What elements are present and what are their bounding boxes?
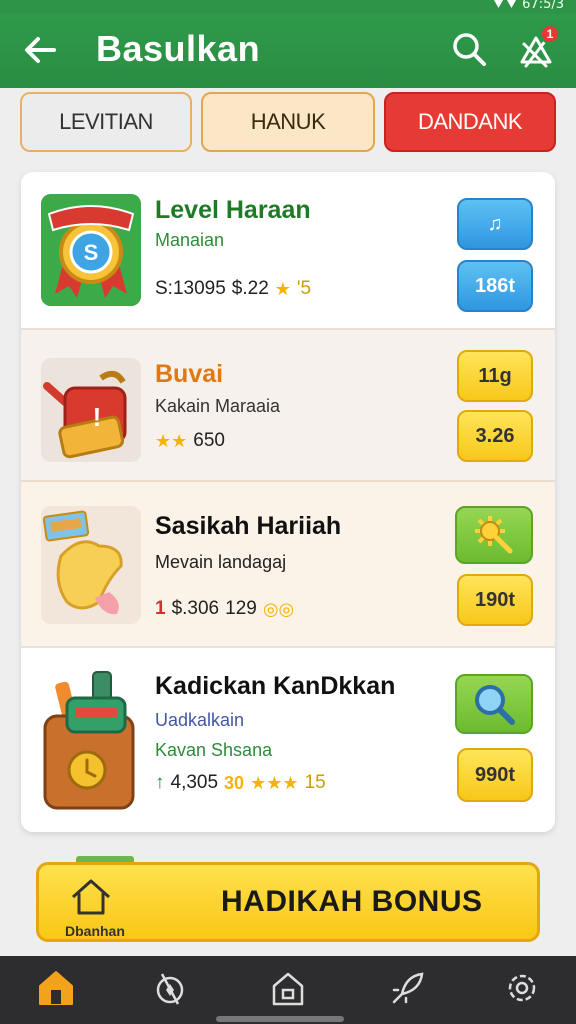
backpack-icon [41, 668, 141, 816]
house-icon [72, 879, 110, 915]
item-meta-value: 30 [224, 772, 245, 793]
magnifier-icon [475, 685, 515, 725]
item-rank: 1 [155, 598, 166, 619]
fuel-can-icon: ! [41, 358, 141, 462]
item-title: Buvai [155, 360, 224, 388]
item-meta-value: $.22 [231, 278, 269, 299]
notification-button[interactable]: 1 [514, 24, 560, 74]
list-item[interactable]: Sasikah Hariiah Mevain landagaj 1 $.306 … [21, 480, 555, 646]
bonus-icon-label: Dbanhan [65, 923, 125, 939]
rocket-icon [392, 972, 424, 1004]
status-bar: 67:5/3 [0, 0, 576, 14]
level-button[interactable]: 11g [457, 350, 533, 402]
list-item[interactable]: S Level Haraan Manaian S:13095 $.22 ★ '5… [21, 172, 555, 328]
nav-home[interactable] [36, 968, 76, 1008]
item-meta-value: 650 [193, 430, 225, 451]
badge-medal-icon: S [41, 194, 141, 306]
item-rating: 15 [304, 772, 326, 793]
svg-text:S: S [84, 240, 99, 265]
item-subtitle-secondary: Kavan Shsana [155, 740, 273, 760]
item-subtitle: Mevain landagaj [155, 552, 287, 572]
item-subtitle: Kakain Maraaia [155, 396, 281, 416]
shop-icon [272, 972, 304, 1006]
filter-tabs: LEVITIAN HANUK DANDANK [20, 92, 556, 154]
bottom-nav [0, 956, 576, 1024]
bonus-label: HADIKAH BONUS [221, 885, 483, 918]
item-subtitle: Uadkalkain [155, 710, 245, 730]
svg-text:!: ! [93, 402, 102, 432]
coin-icon: ◎◎ [262, 598, 295, 619]
status-icons [494, 0, 516, 10]
item-meta-value: 129 [225, 598, 257, 619]
item-meta: ★★ 650 [155, 430, 225, 452]
nav-shop[interactable] [268, 968, 308, 1008]
item-title: Level Haraan [155, 196, 311, 224]
star-icon: ★★★ [250, 772, 299, 793]
home-indicator[interactable] [216, 1016, 344, 1022]
compass-icon [156, 973, 184, 1005]
star-icon: ★ [274, 278, 291, 299]
item-meta: S:13095 $.22 ★ '5 [155, 278, 311, 300]
item-list: S Level Haraan Manaian S:13095 $.22 ★ '5… [21, 172, 555, 832]
item-meta: ↑ 4,305 30 ★★★ 15 [155, 772, 326, 794]
price-button[interactable]: 190t [457, 574, 533, 626]
search-item-button[interactable] [455, 674, 533, 734]
arrow-up-icon: ↑ [155, 772, 165, 793]
price-button[interactable]: 990t [457, 748, 533, 802]
nav-explore[interactable] [150, 968, 190, 1008]
settings-icon [508, 974, 536, 1002]
app-bar: Basulkan 1 [0, 14, 576, 88]
page-title: Basulkan [96, 28, 261, 69]
bonus-button[interactable]: Dbanhan HADIKAH BONUS [36, 862, 540, 942]
tab-levitian[interactable]: LEVITIAN [20, 92, 192, 152]
nav-boost[interactable] [388, 968, 428, 1008]
item-meta-text: 4,305 [170, 772, 219, 793]
list-item[interactable]: ! Buvai Kakain Maraaia ★★ 650 11g 3.26 [21, 328, 555, 480]
item-subtitle: Manaian [155, 230, 225, 250]
sweet-treat-icon [41, 506, 141, 624]
tab-dandank[interactable]: DANDANK [384, 92, 556, 152]
list-item[interactable]: Kadickan KanDkkan Uadkalkain Kavan Shsan… [21, 646, 555, 832]
price-button[interactable]: 186t [457, 260, 533, 312]
music-button[interactable]: ♫ [457, 198, 533, 250]
tab-hanuk[interactable]: HANUK [201, 92, 375, 152]
search-icon [453, 33, 486, 66]
item-title: Kadickan KanDkkan [155, 672, 396, 700]
item-meta-text: $.306 [171, 598, 220, 619]
price-button[interactable]: 3.26 [457, 410, 533, 462]
item-meta-text: S:13095 [155, 278, 226, 299]
star-icon: ★★ [155, 430, 188, 451]
gear-button[interactable] [455, 506, 533, 564]
notification-badge: 1 [540, 24, 560, 44]
nav-settings[interactable] [502, 968, 542, 1008]
gear-icon [475, 516, 513, 554]
item-rating: '5 [296, 278, 312, 299]
item-meta: 1 $.306 129 ◎◎ [155, 598, 294, 620]
back-button[interactable] [20, 30, 60, 70]
search-button[interactable] [448, 28, 490, 70]
item-title: Sasikah Hariiah [155, 512, 342, 540]
home-icon [39, 971, 73, 1005]
status-time: 67:5/3 [522, 0, 564, 12]
arrow-left-icon [25, 37, 56, 63]
